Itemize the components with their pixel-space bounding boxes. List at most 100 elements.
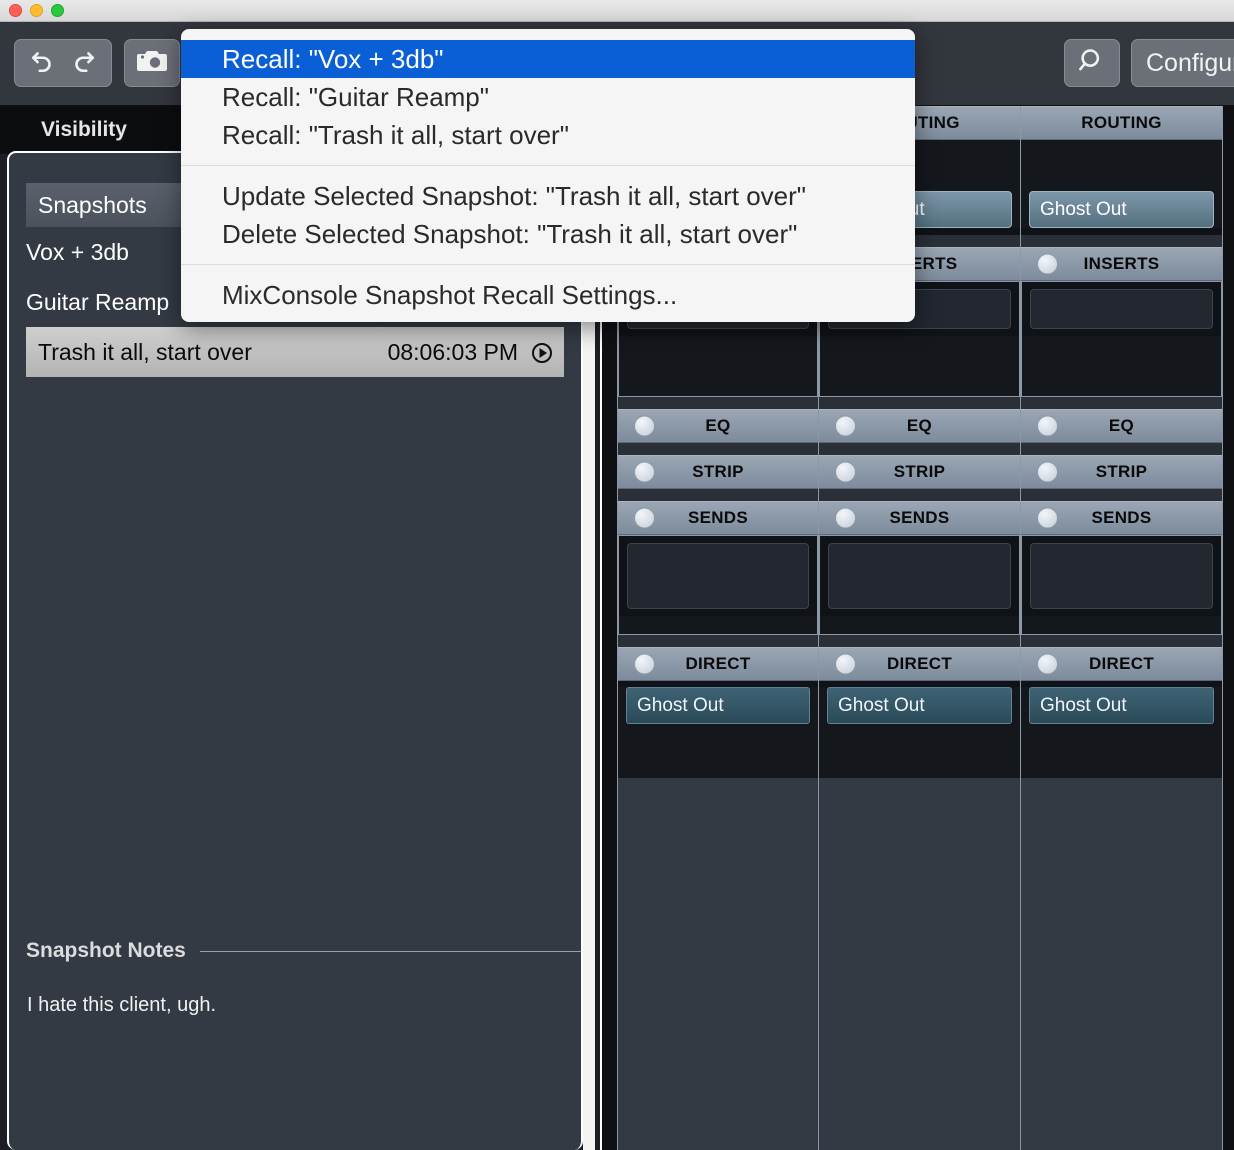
send-slot[interactable] — [828, 543, 1011, 609]
snapshot-notes-text[interactable]: I hate this client, ugh. — [27, 991, 577, 1019]
undo-arrow-icon[interactable] — [30, 48, 56, 79]
section-gap — [819, 397, 1020, 409]
sends-section — [618, 535, 818, 635]
play-circle-icon[interactable] — [532, 342, 552, 362]
routing-section: Ghost Out — [1021, 140, 1222, 228]
direct-routing-button[interactable]: Ghost Out — [827, 687, 1012, 724]
close-window-button[interactable] — [9, 4, 22, 17]
visibility-label: Visibility — [41, 118, 127, 142]
snapshot-list-header-label: Snapshots — [38, 192, 147, 219]
section-gap — [1021, 397, 1222, 409]
window-title-bar — [0, 0, 1234, 22]
mixer-channel-strip: ROUTING Ghost Out INSERTS EQ — [1021, 106, 1223, 1150]
direct-bypass-indicator[interactable] — [1037, 654, 1058, 675]
direct-bypass-indicator[interactable] — [634, 654, 655, 675]
menu-separator — [181, 264, 915, 265]
menu-item-recall-trash[interactable]: Recall: "Trash it all, start over" — [181, 116, 915, 154]
channel-fader-area[interactable] — [1021, 778, 1222, 1150]
direct-routing-button[interactable]: Ghost Out — [1029, 687, 1214, 724]
routing-input-slot[interactable] — [1021, 140, 1222, 184]
direct-section-label[interactable]: DIRECT — [1021, 647, 1222, 681]
inserts-empty-area — [619, 336, 817, 396]
direct-routing-button[interactable]: Ghost Out — [626, 687, 810, 724]
channel-fader-area[interactable] — [819, 778, 1020, 1150]
menu-item-recall-guitar[interactable]: Recall: "Guitar Reamp" — [181, 78, 915, 116]
strip-bypass-indicator[interactable] — [1037, 462, 1058, 483]
section-gap — [819, 635, 1020, 647]
inserts-empty-area — [1022, 336, 1221, 396]
menu-item-recall-settings[interactable]: MixConsole Snapshot Recall Settings... — [181, 276, 915, 314]
eq-label-text: EQ — [1109, 416, 1134, 436]
undo-redo-group[interactable] — [14, 39, 112, 87]
traffic-lights — [9, 4, 64, 17]
section-gap — [1021, 635, 1222, 647]
eq-bypass-indicator[interactable] — [634, 416, 655, 437]
direct-section: Ghost Out — [819, 687, 1020, 778]
sends-section — [819, 535, 1020, 635]
direct-empty-area — [819, 732, 1020, 778]
send-slot[interactable] — [627, 543, 809, 609]
sends-bypass-indicator[interactable] — [835, 508, 856, 529]
routing-section-label[interactable]: ROUTING — [1021, 106, 1222, 140]
sends-section-label[interactable]: SENDS — [1021, 501, 1222, 535]
eq-bypass-indicator[interactable] — [835, 416, 856, 437]
direct-label-text: DIRECT — [685, 654, 750, 674]
configure-button[interactable]: Configure — [1131, 39, 1234, 87]
insert-slot[interactable] — [1030, 289, 1213, 329]
section-gap — [618, 397, 818, 409]
sends-section-label[interactable]: SENDS — [819, 501, 1020, 535]
direct-section: Ghost Out — [618, 687, 818, 778]
strip-label-text: STRIP — [692, 462, 744, 482]
list-item-selected[interactable]: Trash it all, start over 08:06:03 PM — [26, 327, 564, 377]
zoom-window-button[interactable] — [51, 4, 64, 17]
sends-section — [1021, 535, 1222, 635]
eq-section-label[interactable]: EQ — [819, 409, 1020, 443]
send-slot[interactable] — [1030, 543, 1213, 609]
section-gap — [1021, 443, 1222, 455]
direct-bypass-indicator[interactable] — [835, 654, 856, 675]
inserts-bypass-indicator[interactable] — [1037, 254, 1058, 275]
strip-section-label[interactable]: STRIP — [819, 455, 1020, 489]
inserts-label-text: INSERTS — [1084, 254, 1160, 274]
strip-label-text: STRIP — [1096, 462, 1148, 482]
section-gap — [1021, 489, 1222, 501]
camera-icon[interactable] — [137, 48, 167, 79]
sends-label-text: SENDS — [1091, 508, 1151, 528]
eq-section-label[interactable]: EQ — [618, 409, 818, 443]
snapshot-name: Trash it all, start over — [38, 339, 388, 366]
eq-label-text: EQ — [907, 416, 932, 436]
direct-section-label[interactable]: DIRECT — [618, 647, 818, 681]
divider — [200, 951, 582, 952]
sends-section-label[interactable]: SENDS — [618, 501, 818, 535]
section-gap — [819, 443, 1020, 455]
snapshot-notes-title: Snapshot Notes — [26, 939, 186, 963]
eq-section-label[interactable]: EQ — [1021, 409, 1222, 443]
strip-bypass-indicator[interactable] — [835, 462, 856, 483]
menu-separator — [181, 165, 915, 166]
direct-section: Ghost Out — [1021, 687, 1222, 778]
menu-item-delete-snapshot[interactable]: Delete Selected Snapshot: "Trash it all,… — [181, 215, 915, 253]
strip-bypass-indicator[interactable] — [634, 462, 655, 483]
routing-output-button[interactable]: Ghost Out — [1029, 191, 1214, 228]
sends-empty-area — [1022, 616, 1221, 634]
minimize-window-button[interactable] — [30, 4, 43, 17]
strip-section-label[interactable]: STRIP — [1021, 455, 1222, 489]
inserts-section-label[interactable]: INSERTS — [1021, 247, 1222, 281]
take-snapshot-button[interactable] — [124, 39, 180, 87]
menu-item-update-snapshot[interactable]: Update Selected Snapshot: "Trash it all,… — [181, 177, 915, 215]
sends-bypass-indicator[interactable] — [634, 508, 655, 529]
eq-label-text: EQ — [705, 416, 730, 436]
sends-bypass-indicator[interactable] — [1037, 508, 1058, 529]
direct-section-label[interactable]: DIRECT — [819, 647, 1020, 681]
eq-bypass-indicator[interactable] — [1037, 416, 1058, 437]
mixconsole-window: Configure Visibility Snapshots Vox + 3db… — [0, 0, 1234, 1150]
sends-label-text: SENDS — [688, 508, 748, 528]
menu-item-recall-vox[interactable]: Recall: "Vox + 3db" — [181, 40, 915, 78]
redo-arrow-icon[interactable] — [70, 48, 96, 79]
direct-label-text: DIRECT — [887, 654, 952, 674]
channel-fader-area[interactable] — [618, 778, 818, 1150]
inserts-empty-area — [820, 336, 1019, 396]
search-button[interactable] — [1064, 39, 1120, 87]
strip-section-label[interactable]: STRIP — [618, 455, 818, 489]
magnifier-icon[interactable] — [1078, 47, 1106, 80]
